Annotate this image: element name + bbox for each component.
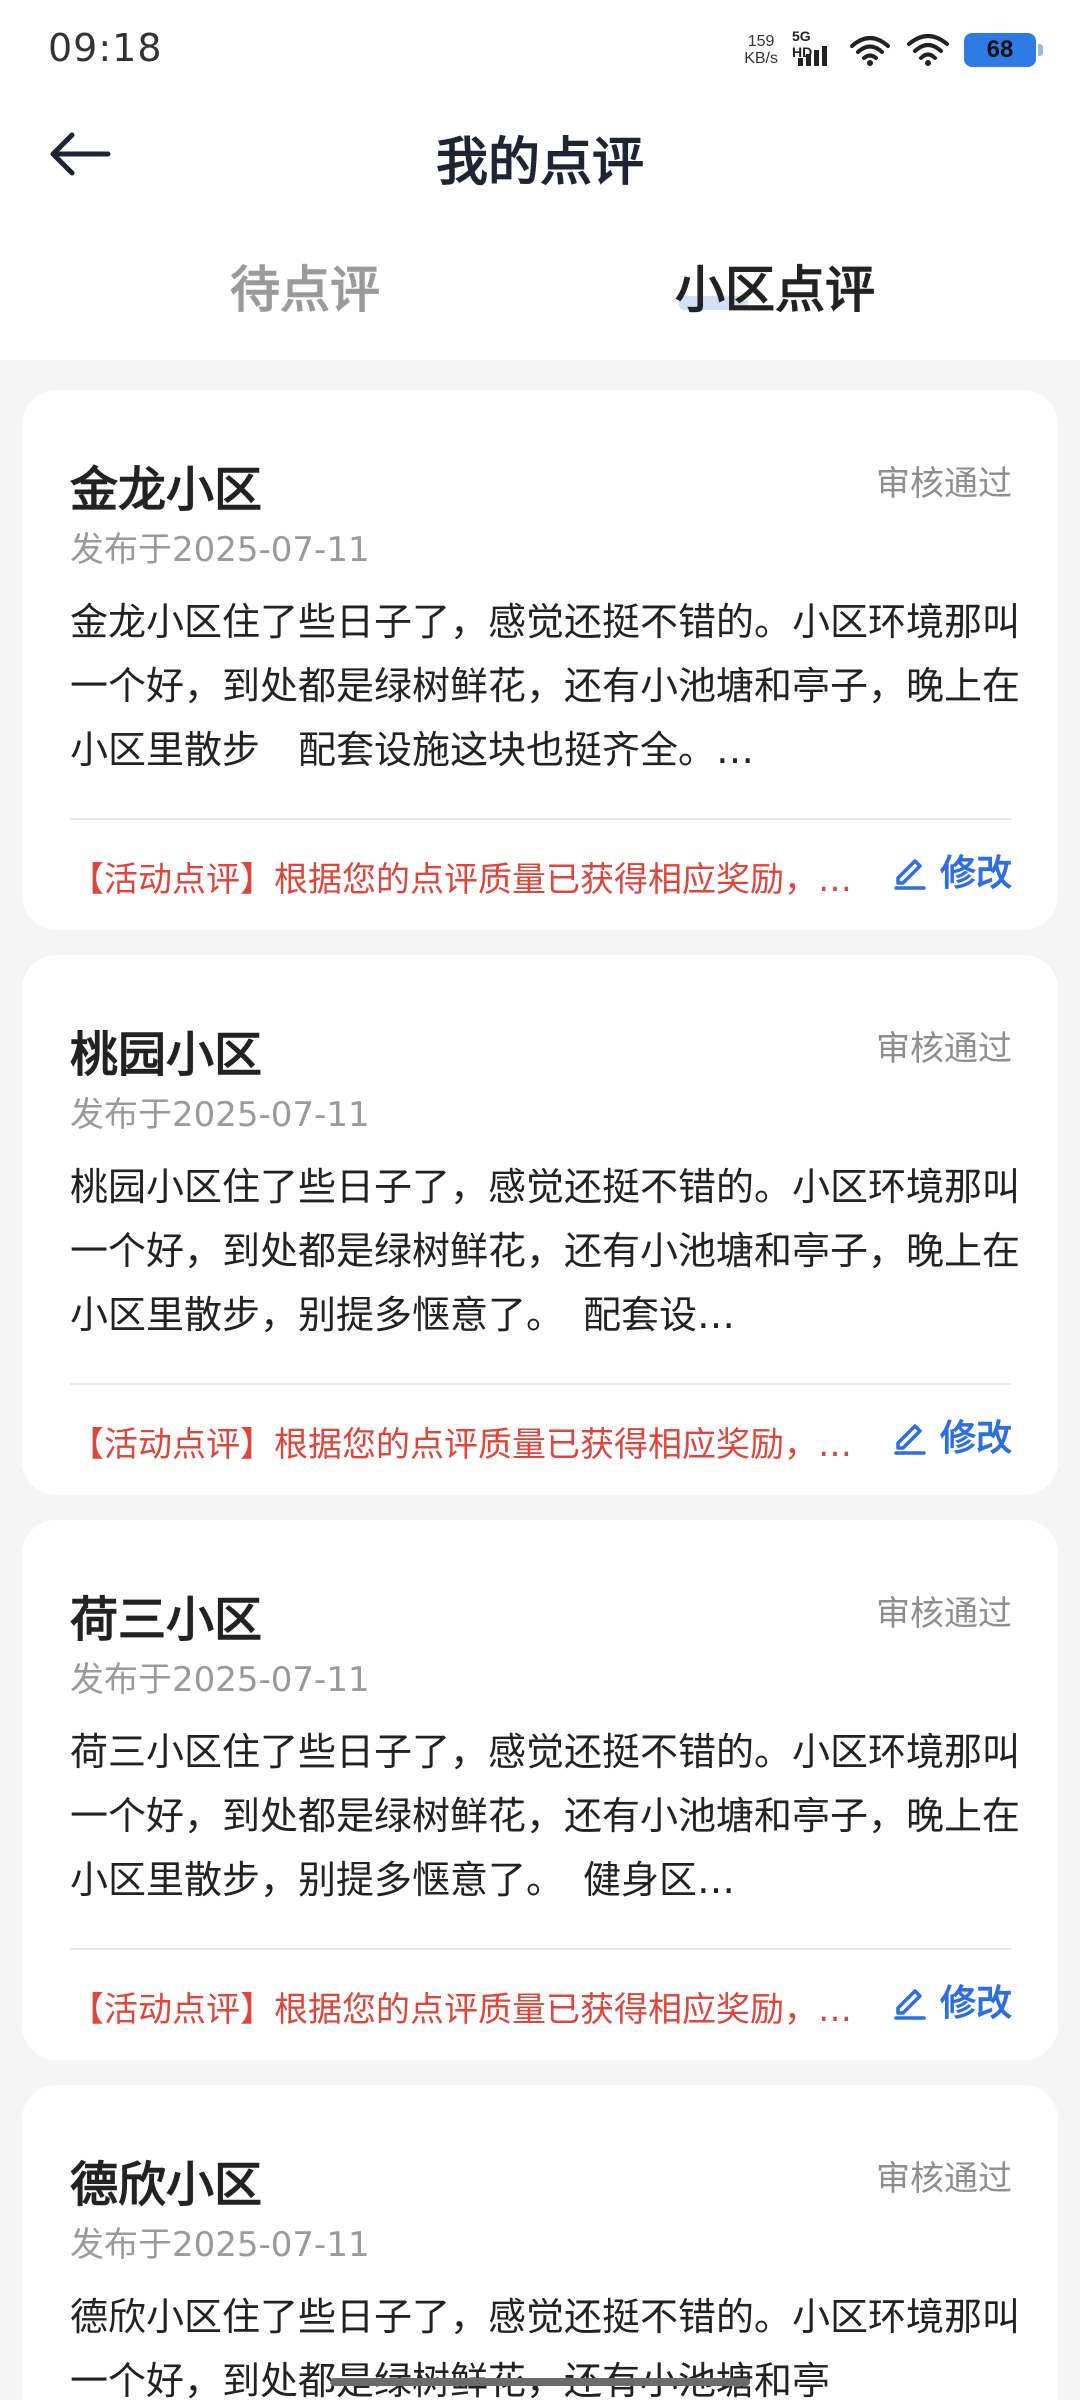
review-content: 桃园小区住了些日子了，感觉还挺不错的。小区环境那叫一个好，到处都是绿树鲜花，还有… <box>70 1165 1020 1337</box>
divider <box>70 818 1012 820</box>
screen: 09:18 159 KB/s 5G HD 68 我的点评 待点评 小区点评 金龙… <box>0 0 1080 2400</box>
review-content: 荷三小区住了些日子了，感觉还挺不错的。小区环境那叫一个好，到处都是绿树鲜花，还有… <box>70 1730 1020 1902</box>
review-card[interactable]: 桃园小区 审核通过 发布于2025-07-11 桃园小区住了些日子了，感觉还挺不… <box>22 955 1058 1495</box>
activity-notice: 【活动点评】根据您的点评质量已获得相应奖励，… <box>70 1990 852 2030</box>
review-status: 审核通过 <box>876 2159 1012 2199</box>
wifi-icon <box>907 34 949 66</box>
review-card[interactable]: 金龙小区 审核通过 发布于2025-07-11 金龙小区住了些日子了，感觉还挺不… <box>22 390 1058 930</box>
status-time: 09:18 <box>48 26 163 70</box>
publish-date: 发布于2025-07-11 <box>70 530 370 570</box>
home-indicator[interactable] <box>330 2378 750 2386</box>
review-status: 审核通过 <box>876 1594 1012 1634</box>
review-content: 金龙小区住了些日子了，感觉还挺不错的。小区环境那叫一个好，到处都是绿树鲜花，还有… <box>70 600 1020 772</box>
review-card[interactable]: 德欣小区 审核通过 发布于2025-07-11 德欣小区住了些日子了，感觉还挺不… <box>22 2085 1058 2400</box>
mobile-data-signal-icon <box>850 36 890 66</box>
review-status: 审核通过 <box>876 1029 1012 1069</box>
edit-label: 修改 <box>939 853 1012 894</box>
review-status: 审核通过 <box>876 464 1012 504</box>
edit-button[interactable]: 修改 <box>890 1407 1012 1463</box>
tab-community-reviews[interactable]: 小区点评 <box>620 246 930 326</box>
cellular-signal-icon: 5G HD <box>792 28 834 68</box>
edit-button[interactable]: 修改 <box>890 842 1012 898</box>
publish-date: 发布于2025-07-11 <box>70 1660 370 1700</box>
activity-notice: 【活动点评】根据您的点评质量已获得相应奖励，… <box>70 860 852 900</box>
header: 我的点评 待点评 小区点评 <box>0 96 1080 360</box>
tab-bar: 待点评 小区点评 <box>0 246 1080 326</box>
edit-button[interactable]: 修改 <box>890 1972 1012 2028</box>
pencil-icon <box>894 1989 926 2020</box>
edit-label: 修改 <box>939 1983 1012 2024</box>
pencil-icon <box>894 1424 926 1455</box>
network-speed-unit: KB/s <box>744 50 778 67</box>
pencil-icon <box>894 859 926 890</box>
community-name: 荷三小区 <box>70 1592 263 1648</box>
community-name: 金龙小区 <box>70 462 263 518</box>
activity-notice: 【活动点评】根据您的点评质量已获得相应奖励，… <box>70 1425 852 1465</box>
divider <box>70 1383 1012 1385</box>
network-speed: 159 KB/s <box>744 33 778 67</box>
divider <box>70 1948 1012 1950</box>
community-name: 桃园小区 <box>70 1027 263 1083</box>
edit-label: 修改 <box>939 1418 1012 1459</box>
publish-date: 发布于2025-07-11 <box>70 2225 370 2265</box>
status-bar: 09:18 159 KB/s 5G HD 68 <box>0 0 1080 96</box>
network-speed-value: 159 <box>747 33 775 50</box>
community-name: 德欣小区 <box>70 2157 263 2213</box>
tab-pending-reviews[interactable]: 待点评 <box>150 246 460 326</box>
status-icons: 159 KB/s 5G HD 68 <box>744 28 1043 70</box>
review-card[interactable]: 荷三小区 审核通过 发布于2025-07-11 荷三小区住了些日子了，感觉还挺不… <box>22 1520 1058 2060</box>
publish-date: 发布于2025-07-11 <box>70 1095 370 1135</box>
battery-icon: 68 <box>964 33 1043 67</box>
battery-level: 68 <box>986 36 1014 63</box>
page-title: 我的点评 <box>435 133 644 193</box>
